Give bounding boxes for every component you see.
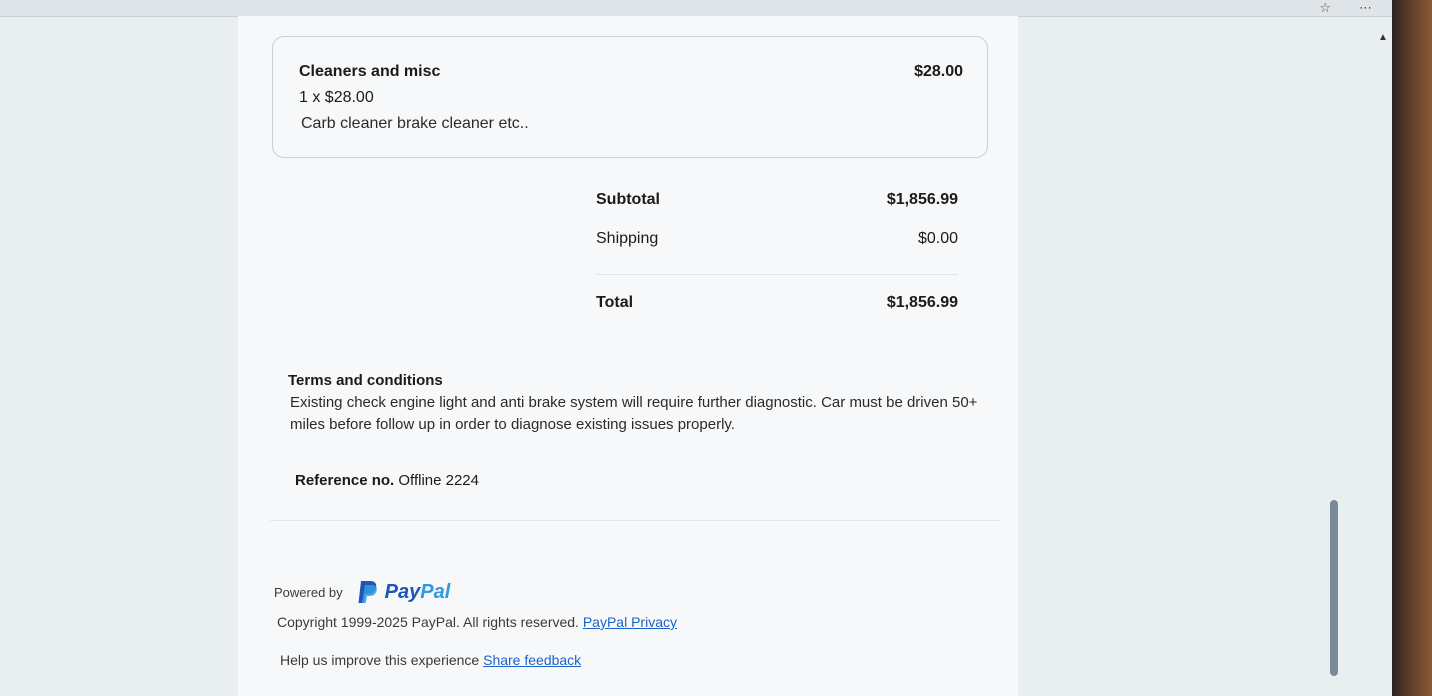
paypal-wordmark-pay: Pay: [384, 580, 421, 603]
share-feedback-link[interactable]: Share feedback: [483, 652, 581, 668]
browser-toolbar-icons: ☆ ⋯: [1319, 0, 1372, 16]
paypal-wordmark: PayPal: [385, 581, 451, 604]
subtotal-label: Subtotal: [596, 191, 660, 208]
scrollbar-thumb[interactable]: [1330, 500, 1338, 676]
terms-body: Existing check engine light and anti bra…: [290, 394, 978, 433]
terms-title: Terms and conditions: [288, 372, 443, 389]
monitor-bezel: [1392, 0, 1432, 696]
feedback-line: Help us improve this experience Share fe…: [280, 652, 581, 668]
copyright-text: Copyright 1999-2025 PayPal. All rights r…: [277, 614, 579, 630]
reference-label: Reference no.: [295, 472, 395, 489]
privacy-link[interactable]: PayPal Privacy: [583, 614, 677, 630]
feedback-text: Help us improve this experience: [280, 652, 480, 668]
powered-by-label: Powered by: [274, 584, 343, 600]
reference-value: Offline 2224: [398, 472, 479, 489]
card-bottom-border: [270, 520, 1000, 521]
reference-line: Reference no. Offline 2224: [295, 472, 479, 489]
powered-by-block: Powered by PayPal: [274, 580, 450, 604]
item-name: Cleaners and misc: [299, 63, 441, 80]
paypal-logo: PayPal: [357, 580, 451, 604]
line-item-card: Cleaners and misc $28.00 1 x $28.00 Carb…: [272, 36, 988, 158]
item-description: Carb cleaner brake cleaner etc..: [301, 115, 529, 132]
shipping-value: $0.00: [917, 230, 958, 247]
star-icon[interactable]: ☆: [1319, 0, 1331, 16]
total-value: $1,856.99: [886, 294, 958, 311]
chevron-up-icon[interactable]: ▲: [1378, 32, 1388, 43]
menu-icon[interactable]: ⋯: [1359, 0, 1372, 16]
paypal-wordmark-pal: Pal: [420, 580, 451, 603]
subtotal-value: $1,856.99: [886, 191, 958, 208]
paypal-logo-icon: [358, 581, 377, 603]
shipping-label: Shipping: [596, 230, 659, 247]
item-line-total: $28.00: [914, 63, 963, 80]
browser-toolbar-strip: ☆ ⋯: [0, 0, 1432, 17]
total-label: Total: [596, 294, 634, 311]
copyright-line: Copyright 1999-2025 PayPal. All rights r…: [277, 614, 677, 630]
item-qty-price: 1 x $28.00: [299, 89, 374, 106]
summary-divider: [596, 274, 958, 275]
